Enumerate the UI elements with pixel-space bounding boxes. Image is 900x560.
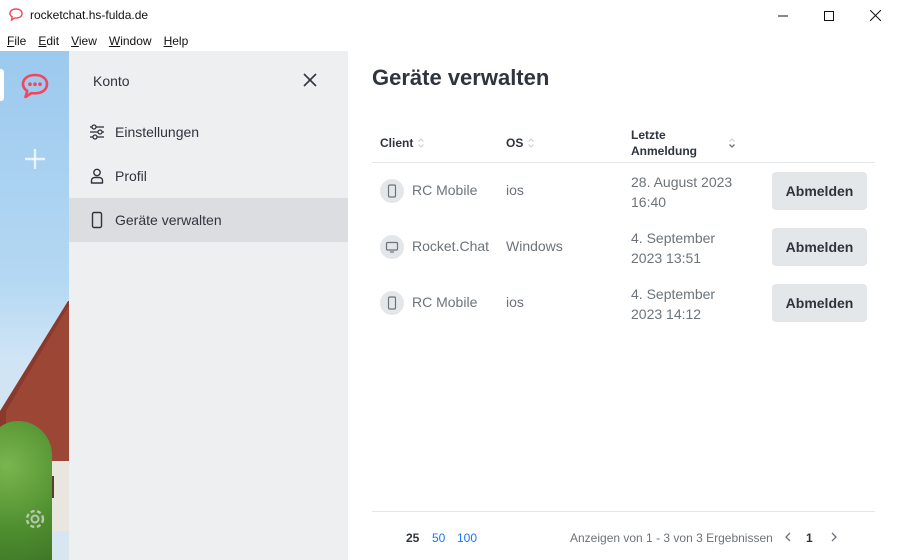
sidebar-item-einstellungen[interactable]: Einstellungen — [69, 110, 348, 154]
logout-device-button[interactable]: Abmelden — [772, 172, 867, 210]
column-header-os[interactable]: OS — [506, 123, 535, 163]
window-titlebar: rocketchat.hs-fulda.de — [0, 0, 900, 31]
sort-icon — [418, 138, 425, 148]
rocketchat-app-icon — [9, 8, 23, 21]
chevron-right-icon[interactable] — [828, 530, 840, 544]
per-page-25[interactable]: 25 — [406, 531, 419, 545]
client-name: Rocket.Chat — [412, 238, 490, 254]
table-row: Rocket.Chat Windows 4. September 2023 13… — [372, 219, 875, 275]
menu-bar: File Edit View Window Help — [0, 31, 900, 51]
sidebar-item-label: Einstellungen — [115, 124, 200, 140]
chevron-left-icon[interactable] — [782, 530, 794, 544]
sliders-icon — [88, 123, 106, 141]
results-range-text: Anzeigen von 1 - 3 von 3 Ergebnissen — [570, 531, 773, 545]
page-title: Geräte verwalten — [372, 65, 550, 90]
sort-descending-icon[interactable] — [728, 137, 736, 149]
settings-gear-icon[interactable] — [22, 506, 48, 532]
per-page-50[interactable]: 50 — [432, 531, 445, 545]
account-sidebar: Konto Einstellungen Profil Geräte verwal… — [69, 51, 348, 560]
sidebar-item-profil[interactable]: Profil — [69, 154, 348, 198]
mobile-icon — [380, 291, 404, 315]
current-page-number[interactable]: 1 — [806, 531, 813, 545]
close-icon[interactable] — [301, 71, 319, 89]
table-row: RC Mobile ios 28. August 2023 16:40 Abme… — [372, 163, 875, 219]
last-login-value: 4. September 2023 13:51 — [631, 230, 716, 266]
sidebar-item-geraete-verwalten[interactable]: Geräte verwalten — [69, 198, 348, 242]
plus-icon[interactable] — [23, 147, 47, 171]
background-tree-image — [0, 421, 52, 560]
minimize-button[interactable] — [760, 0, 806, 31]
server-button-rocketchat[interactable] — [19, 70, 51, 102]
menu-file[interactable]: File — [7, 34, 26, 48]
devices-table-header: Client OS Letzte Anmeldung — [372, 123, 875, 163]
table-row: RC Mobile ios 4. September 2023 14:12 Ab… — [372, 275, 875, 331]
os-value: Windows — [506, 238, 563, 254]
pagination-bar: 25 50 100 Anzeigen von 1 - 3 von 3 Ergeb… — [372, 511, 875, 560]
main-content: Geräte verwalten Client OS Letzte Anmeld… — [348, 51, 900, 560]
sidebar-item-label: Profil — [115, 168, 147, 184]
minimize-icon — [778, 15, 788, 16]
column-header-client[interactable]: Client — [380, 123, 425, 163]
server-rail — [0, 51, 69, 560]
window-title: rocketchat.hs-fulda.de — [30, 8, 149, 22]
os-value: ios — [506, 294, 524, 310]
maximize-button[interactable] — [806, 0, 852, 31]
os-value: ios — [506, 182, 524, 198]
client-name: RC Mobile — [412, 294, 478, 310]
maximize-icon — [824, 10, 834, 21]
client-name: RC Mobile — [412, 182, 478, 198]
column-header-last-login[interactable]: Letzte Anmeldung — [631, 123, 697, 163]
close-icon — [869, 10, 881, 21]
logout-device-button[interactable]: Abmelden — [772, 228, 867, 266]
user-icon — [88, 167, 106, 185]
sidebar-title: Konto — [93, 73, 130, 89]
sidebar-item-label: Geräte verwalten — [115, 212, 222, 228]
rocketchat-logo-icon — [21, 73, 49, 99]
menu-edit[interactable]: Edit — [38, 34, 59, 48]
last-login-value: 4. September 2023 14:12 — [631, 286, 716, 322]
per-page-100[interactable]: 100 — [457, 531, 477, 545]
mobile-icon — [380, 179, 404, 203]
mobile-icon — [88, 211, 106, 229]
logout-device-button[interactable]: Abmelden — [772, 284, 867, 322]
close-window-button[interactable] — [852, 0, 898, 31]
last-login-value: 28. August 2023 16:40 — [631, 174, 733, 210]
sort-icon — [528, 138, 535, 148]
active-server-indicator — [0, 69, 4, 101]
menu-help[interactable]: Help — [164, 34, 189, 48]
desktop-icon — [380, 235, 404, 259]
menu-window[interactable]: Window — [109, 34, 152, 48]
menu-view[interactable]: View — [71, 34, 97, 48]
